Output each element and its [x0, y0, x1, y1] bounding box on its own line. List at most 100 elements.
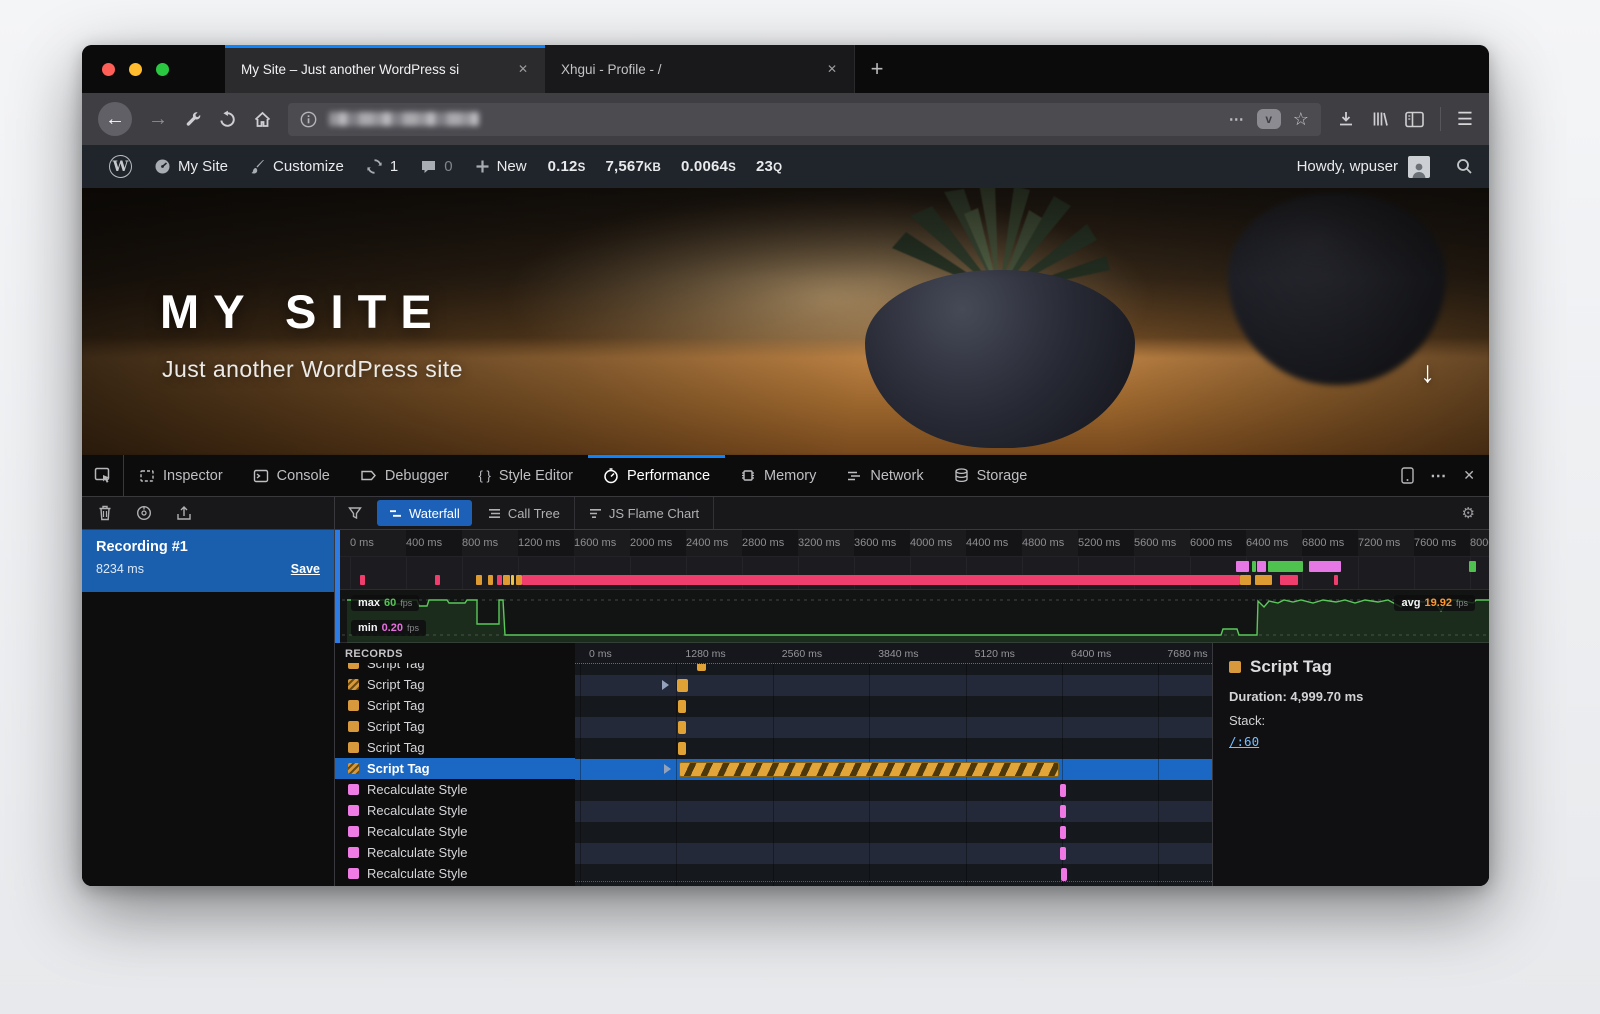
record-row-label-script[interactable]: Script Tag	[335, 663, 575, 674]
record-row-label-script[interactable]: Script Tag	[335, 674, 575, 695]
wp-updates-count: 1	[390, 158, 398, 175]
overview-time-ruler[interactable]: 0 ms400 ms800 ms1200 ms1600 ms2000 ms240…	[335, 530, 1489, 557]
zoom-window-button[interactable]	[156, 63, 169, 76]
expand-triangle-icon[interactable]	[664, 764, 671, 774]
record-row-track[interactable]	[575, 780, 1212, 801]
search-icon[interactable]	[1456, 158, 1473, 175]
script-tag-waterfall-bar[interactable]	[679, 762, 1059, 777]
wrench-icon[interactable]	[184, 110, 202, 128]
bookmark-star-icon[interactable]: ☆	[1293, 109, 1309, 130]
query-monitor-stat[interactable]: 0.12S	[538, 158, 596, 175]
tab-performance[interactable]: Performance	[588, 455, 725, 496]
avatar[interactable]	[1408, 156, 1430, 178]
overview-selection-handle[interactable]	[335, 530, 340, 643]
new-tab-button[interactable]: +	[855, 45, 899, 93]
record-row-track[interactable]	[575, 759, 1212, 780]
browser-tab-my-site[interactable]: My Site – Just another WordPress si ✕	[225, 45, 545, 93]
record-label: Recalculate Style	[367, 845, 467, 860]
tab-inspector[interactable]: Inspector	[124, 455, 238, 496]
minimize-window-button[interactable]	[129, 63, 142, 76]
style-marker-icon	[348, 847, 359, 858]
record-row-track[interactable]	[575, 738, 1212, 759]
view-tab-waterfall[interactable]: Waterfall	[377, 500, 472, 526]
record-row-track[interactable]	[575, 843, 1212, 864]
menu-icon[interactable]: ☰	[1457, 109, 1473, 130]
record-row-label-style[interactable]: Recalculate Style	[335, 863, 575, 884]
record-row-track[interactable]	[575, 675, 1212, 696]
back-button[interactable]: ←	[98, 102, 132, 136]
download-icon[interactable]	[1337, 110, 1355, 128]
record-row-label-script[interactable]: Script Tag	[335, 758, 575, 779]
wp-my-site-link[interactable]: My Site	[143, 145, 239, 188]
reload-icon[interactable]	[218, 110, 237, 129]
query-monitor-stat[interactable]: 23Q	[746, 158, 792, 175]
record-row-label-style[interactable]: Recalculate Style	[335, 800, 575, 821]
query-monitor-stat[interactable]: 0.0064S	[671, 158, 746, 175]
wp-logo-menu[interactable]: W	[98, 145, 143, 188]
close-window-button[interactable]	[102, 63, 115, 76]
tab-close-icon[interactable]: ✕	[822, 59, 842, 79]
record-row-label-style[interactable]: Recalculate Style	[335, 821, 575, 842]
record-row-track[interactable]	[575, 822, 1212, 843]
script-waterfall-tick[interactable]	[678, 721, 686, 734]
tab-debugger[interactable]: Debugger	[345, 455, 464, 496]
view-tab-call-tree[interactable]: Call Tree	[474, 497, 575, 529]
record-row-track[interactable]	[575, 664, 1212, 675]
responsive-mode-icon[interactable]	[1401, 467, 1414, 484]
forward-button[interactable]: →	[148, 108, 168, 131]
pick-element-icon[interactable]	[82, 455, 124, 496]
view-tab-js-flame-chart[interactable]: JS Flame Chart	[575, 497, 714, 529]
record-row-label-style[interactable]: Recalculate Style	[335, 842, 575, 863]
sidebars-icon[interactable]	[1405, 111, 1424, 128]
wp-updates-link[interactable]: 1	[355, 145, 409, 188]
library-icon[interactable]	[1371, 110, 1389, 128]
import-recording-icon[interactable]	[176, 505, 192, 521]
tab-memory[interactable]: Memory	[725, 455, 831, 496]
record-row-track[interactable]	[575, 717, 1212, 738]
script-waterfall-tick[interactable]	[697, 664, 707, 671]
clear-recordings-icon[interactable]	[98, 505, 112, 521]
record-row-label-style[interactable]: Recalculate Style	[335, 779, 575, 800]
record-row-track[interactable]	[575, 696, 1212, 717]
home-icon[interactable]	[253, 110, 272, 129]
devtools-close-icon[interactable]: ✕	[1463, 467, 1475, 484]
style-waterfall-tick[interactable]	[1060, 784, 1066, 797]
performance-settings-gear-icon[interactable]: ⚙	[1448, 497, 1489, 529]
style-waterfall-tick[interactable]	[1061, 868, 1067, 881]
record-row-label-script[interactable]: Script Tag	[335, 695, 575, 716]
wp-comments-link[interactable]: 0	[409, 145, 463, 188]
waterfall-overview[interactable]	[335, 557, 1489, 590]
url-bar[interactable]: ⋯ v ☆	[288, 103, 1321, 136]
style-waterfall-tick[interactable]	[1060, 847, 1066, 860]
record-row-track[interactable]	[575, 801, 1212, 822]
record-row-label-script[interactable]: Script Tag	[335, 716, 575, 737]
tab-network[interactable]: Network	[831, 455, 938, 496]
devtools-menu-icon[interactable]: ⋯	[1430, 466, 1447, 486]
script-waterfall-tick[interactable]	[678, 742, 686, 755]
waterfall-lane-segment-pink	[435, 575, 441, 585]
recording-save-link[interactable]: Save	[291, 562, 320, 576]
scroll-down-arrow[interactable]: ↓	[1420, 356, 1435, 390]
recording-item[interactable]: Recording #1 8234 ms Save	[82, 530, 334, 592]
tab-console[interactable]: Console	[238, 455, 345, 496]
wp-howdy-text[interactable]: Howdy, wpuser	[1297, 158, 1398, 175]
tab-close-icon[interactable]: ✕	[513, 59, 533, 79]
style-waterfall-tick[interactable]	[1060, 805, 1066, 818]
wp-new-link[interactable]: New	[464, 145, 538, 188]
record-row-label-script[interactable]: Script Tag	[335, 737, 575, 758]
script-waterfall-tick[interactable]	[677, 679, 688, 692]
record-performance-icon[interactable]	[136, 505, 152, 521]
wp-customize-link[interactable]: Customize	[239, 145, 355, 188]
script-waterfall-tick[interactable]	[678, 700, 686, 713]
records-waterfall-chart[interactable]: 0 ms1280 ms2560 ms3840 ms5120 ms6400 ms7…	[575, 643, 1212, 886]
page-actions-icon[interactable]: ⋯	[1229, 110, 1245, 128]
browser-tab-xhgui[interactable]: Xhgui - Profile - / ✕	[545, 45, 855, 93]
tab-storage[interactable]: Storage	[939, 455, 1043, 496]
expand-triangle-icon[interactable]	[662, 680, 669, 690]
query-monitor-stat[interactable]: 7,567KB	[595, 158, 671, 175]
stack-frame-link[interactable]: /:60	[1229, 734, 1259, 749]
pocket-icon[interactable]: v	[1257, 109, 1281, 129]
style-waterfall-tick[interactable]	[1060, 826, 1066, 839]
tab-style-editor[interactable]: { } Style Editor	[464, 455, 588, 496]
filter-icon[interactable]	[335, 497, 375, 529]
